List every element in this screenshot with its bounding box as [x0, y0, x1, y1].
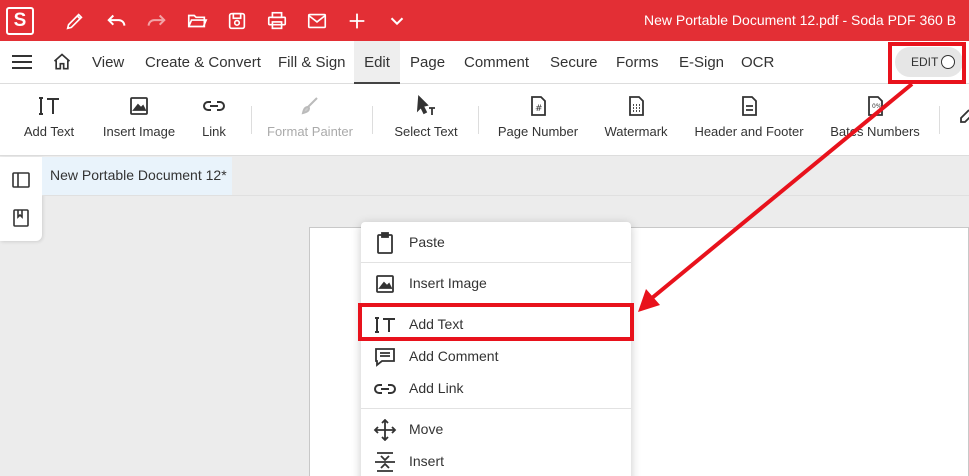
- add-text-highlight: [358, 303, 634, 341]
- menu-comment[interactable]: Comment: [464, 41, 529, 84]
- header-footer-label: Header and Footer: [694, 124, 804, 139]
- watermark-tool[interactable]: Watermark: [600, 84, 672, 156]
- ctx-insert-image-label: Insert Image: [409, 275, 487, 291]
- redo-icon[interactable]: [143, 8, 169, 34]
- link-icon: [374, 384, 396, 394]
- menu-forms[interactable]: Forms: [616, 41, 659, 84]
- comment-icon: [375, 348, 395, 367]
- insert-image-tool[interactable]: Insert Image: [98, 84, 180, 156]
- document-tab[interactable]: New Portable Document 12*: [42, 157, 232, 195]
- ctx-insert-label: Insert: [409, 453, 445, 469]
- menu-e-sign[interactable]: E-Sign: [679, 41, 724, 84]
- ctx-paste[interactable]: Paste: [361, 226, 631, 258]
- ctx-add-link-label: Add Link: [409, 380, 464, 396]
- image-icon: [130, 97, 148, 115]
- format-painter-label: Format Painter: [267, 124, 353, 139]
- toolbar-divider: [478, 106, 479, 134]
- overflow-tool-icon[interactable]: [955, 106, 969, 130]
- menu-page[interactable]: Page: [410, 41, 445, 84]
- add-text-tool[interactable]: Add Text: [14, 84, 84, 156]
- clipboard-icon: [377, 232, 393, 254]
- ctx-move[interactable]: Move: [361, 413, 631, 445]
- bates-numbers-tool[interactable]: 0% Bates Numbers: [826, 84, 924, 156]
- mail-icon[interactable]: [304, 8, 330, 34]
- link-tool[interactable]: Link: [194, 84, 234, 156]
- insert-image-label: Insert Image: [102, 124, 176, 139]
- menu-edit[interactable]: Edit: [354, 41, 400, 84]
- image-icon: [376, 275, 394, 293]
- tab-bar-divider: [42, 195, 969, 196]
- menu-secure[interactable]: Secure: [550, 41, 598, 84]
- ctx-insert[interactable]: Insert: [361, 445, 631, 476]
- ctx-add-link[interactable]: Add Link: [361, 372, 631, 404]
- format-painter-tool[interactable]: Format Painter: [264, 84, 356, 156]
- pen-icon[interactable]: [62, 8, 88, 34]
- menu-view[interactable]: View: [92, 41, 124, 84]
- window-title: New Portable Document 12.pdf - Soda PDF …: [644, 12, 957, 28]
- svg-text:#: #: [535, 104, 543, 114]
- save-icon[interactable]: [224, 8, 250, 34]
- menu-divider: [361, 262, 631, 263]
- side-panel: [0, 157, 42, 241]
- panel-toggle-icon[interactable]: [12, 171, 30, 189]
- chevron-down-icon[interactable]: [384, 8, 410, 34]
- open-folder-icon[interactable]: [184, 8, 210, 34]
- select-text-tool[interactable]: Select Text: [388, 84, 464, 156]
- app-logo[interactable]: S: [6, 7, 34, 35]
- page-number-icon: #: [531, 96, 546, 116]
- page-number-tool[interactable]: # Page Number: [494, 84, 582, 156]
- menu-divider: [361, 408, 631, 409]
- svg-text:0%: 0%: [872, 103, 882, 110]
- bookmark-icon[interactable]: [12, 209, 30, 227]
- header-footer-icon: [742, 96, 757, 116]
- toolbar-divider: [372, 106, 373, 134]
- insert-icon: [375, 452, 395, 472]
- menu-create-convert[interactable]: Create & Convert: [145, 41, 261, 84]
- menu-ocr[interactable]: OCR: [741, 41, 774, 84]
- title-bar: S New Portable Document 12.pdf - Soda PD…: [0, 0, 969, 41]
- ctx-move-label: Move: [409, 421, 444, 437]
- add-text-icon: [39, 97, 59, 115]
- page-number-label: Page Number: [497, 124, 579, 139]
- menu-bar: View Create & Convert Fill & Sign Edit P…: [0, 41, 969, 84]
- ctx-paste-label: Paste: [409, 234, 445, 250]
- move-icon: [373, 419, 397, 441]
- home-icon[interactable]: [52, 52, 72, 72]
- ctx-insert-image[interactable]: Insert Image: [361, 267, 631, 299]
- context-menu: Paste Insert Image Add Text Add Comment …: [361, 222, 631, 476]
- menu-fill-sign[interactable]: Fill & Sign: [278, 41, 346, 84]
- hamburger-menu-icon[interactable]: [12, 55, 32, 69]
- add-text-label: Add Text: [23, 124, 75, 139]
- select-text-icon: [416, 94, 435, 115]
- brush-icon: [301, 97, 318, 115]
- undo-icon[interactable]: [104, 8, 130, 34]
- select-text-label: Select Text: [394, 124, 458, 139]
- edit-toggle-highlight: [888, 42, 966, 84]
- ctx-add-comment[interactable]: Add Comment: [361, 340, 631, 372]
- bates-numbers-label: Bates Numbers: [830, 124, 920, 139]
- print-icon[interactable]: [264, 8, 290, 34]
- toolbar-divider: [251, 106, 252, 134]
- toolbar-divider: [939, 106, 940, 134]
- watermark-icon: [629, 96, 644, 116]
- header-footer-tool[interactable]: Header and Footer: [692, 84, 806, 156]
- ribbon-toolbar: Add Text Insert Image Link Format Painte…: [0, 84, 969, 156]
- watermark-label: Watermark: [604, 124, 668, 139]
- link-label: Link: [202, 124, 226, 139]
- bates-icon: 0%: [868, 96, 883, 116]
- ctx-add-comment-label: Add Comment: [409, 348, 499, 364]
- link-icon: [203, 101, 225, 111]
- plus-icon[interactable]: [344, 8, 370, 34]
